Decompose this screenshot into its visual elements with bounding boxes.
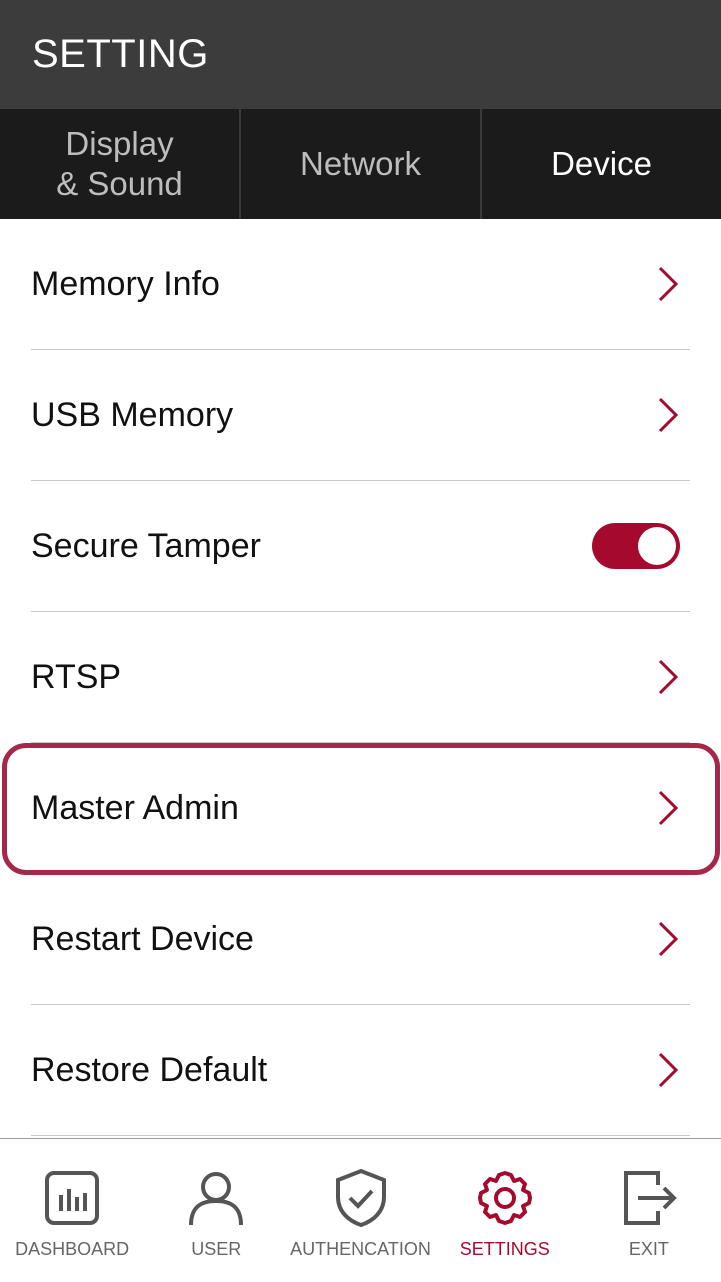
shield-check-icon (335, 1168, 386, 1228)
nav-authencation[interactable]: AUTHENCATION (288, 1139, 432, 1282)
nav-label: SETTINGS (459, 1239, 550, 1259)
chevron-right-icon (658, 790, 679, 826)
nav-label: AUTHENCATION (290, 1239, 431, 1259)
nav-label: USER (191, 1239, 242, 1259)
chevron-right-icon (658, 1052, 679, 1088)
row-master-admin[interactable]: Master Admin (31, 743, 690, 874)
nav-label: EXIT (628, 1239, 669, 1259)
row-label: Secure Tamper (31, 526, 261, 565)
secure-tamper-toggle[interactable] (592, 523, 680, 569)
row-label: RTSP (31, 657, 122, 696)
tab-network[interactable]: Network (241, 109, 482, 219)
settings-tabs: Display & Sound Network Device (0, 109, 721, 219)
dashboard-icon (45, 1171, 100, 1225)
tab-device[interactable]: Device (482, 109, 721, 219)
row-secure-tamper: Secure Tamper (31, 481, 690, 612)
exit-icon (623, 1171, 677, 1225)
row-label: Memory Info (31, 264, 220, 303)
tab-label: Display & Sound (56, 125, 183, 202)
row-usb-memory[interactable]: USB Memory (31, 350, 690, 481)
row-memory-info[interactable]: Memory Info (31, 219, 690, 350)
tab-label: Network (299, 145, 422, 182)
chevron-right-icon (658, 921, 679, 957)
tab-display-sound[interactable]: Display & Sound (0, 109, 241, 219)
row-label: Master Admin (31, 788, 239, 827)
nav-exit[interactable]: EXIT (577, 1139, 721, 1282)
chevron-right-icon (658, 397, 679, 433)
row-restore-default[interactable]: Restore Default (31, 1005, 690, 1136)
app-header: SETTING (0, 0, 721, 109)
page-title: SETTING (32, 32, 209, 76)
user-icon (189, 1172, 244, 1226)
row-rtsp[interactable]: RTSP (31, 612, 690, 743)
row-label: USB Memory (31, 395, 234, 434)
nav-dashboard[interactable]: DASHBOARD (0, 1139, 144, 1282)
nav-user[interactable]: USER (144, 1139, 288, 1282)
settings-list: Memory Info USB Memory Secure Tamper RTS… (0, 219, 721, 1136)
toggle-knob (638, 527, 676, 565)
chevron-right-icon (658, 266, 679, 302)
tab-label: Device (551, 145, 652, 182)
nav-label: DASHBOARD (15, 1239, 130, 1259)
row-label: Restart Device (31, 919, 254, 958)
row-restart-device[interactable]: Restart Device (31, 874, 690, 1005)
bottom-nav: DASHBOARD USER AUTHENCATION SETTINGS EXI… (0, 1138, 721, 1282)
gear-icon (477, 1171, 532, 1225)
nav-settings[interactable]: SETTINGS (433, 1139, 577, 1282)
row-label: Restore Default (31, 1050, 268, 1089)
chevron-right-icon (658, 659, 679, 695)
